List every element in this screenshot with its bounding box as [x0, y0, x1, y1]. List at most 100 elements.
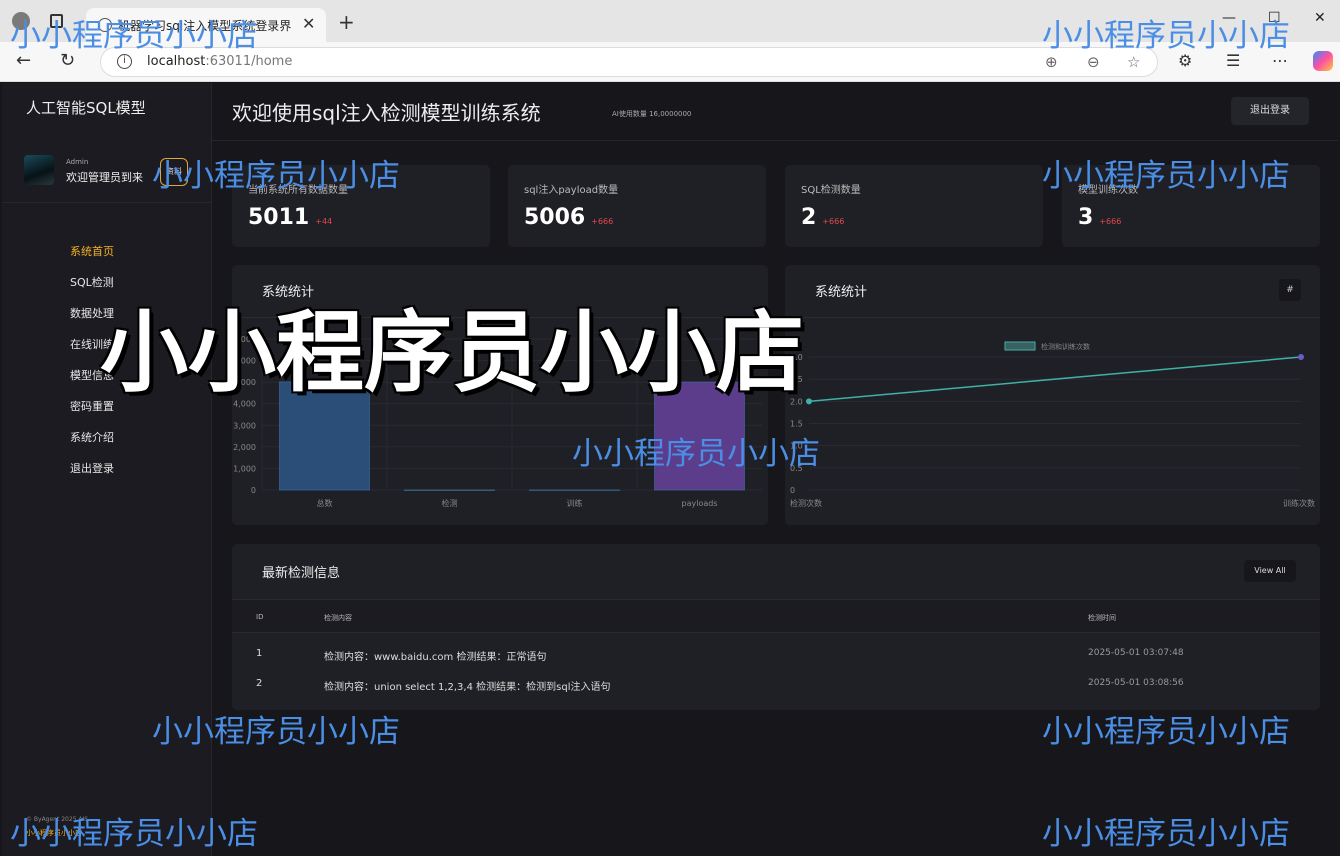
avatar	[24, 155, 54, 185]
sidebar-item-home[interactable]: 系统首页	[70, 243, 114, 274]
minimize-icon[interactable]: —	[1222, 10, 1236, 26]
brand-title: 人工智能SQL模型	[26, 99, 146, 117]
profile-button[interactable]: 资料	[160, 158, 188, 186]
window-close-icon[interactable]: ✕	[1314, 10, 1326, 26]
address-bar[interactable]: i localhost:63011/home ⊕ ⊖ ☆	[100, 47, 1158, 77]
stat-card-train: 模型训练次数 3 +666	[1062, 165, 1320, 247]
maximize-icon[interactable]: ☐	[1268, 10, 1281, 26]
favorites-icon[interactable]: ☰	[1226, 51, 1240, 70]
sidebar-item-data-process[interactable]: 数据处理	[70, 305, 114, 336]
stat-value: 5006 +666	[524, 205, 613, 230]
stat-label: 当前系统所有数据数量	[248, 185, 348, 196]
stat-label: SQL检测数量	[801, 185, 861, 196]
stat-delta: +666	[1099, 217, 1122, 226]
favorite-star-icon[interactable]: ☆	[1127, 53, 1140, 71]
th-content: 检测内容	[324, 614, 352, 622]
stat-delta: +666	[822, 217, 845, 226]
y-tick-label: 5,000	[233, 378, 256, 387]
stat-label: 模型训练次数	[1078, 185, 1138, 196]
x-tick-label: payloads	[682, 499, 718, 508]
latest-detections-panel: 最新检测信息 View All ID 检测内容 检测时间 1 检测内容：www.…	[232, 544, 1320, 710]
stat-value: 2 +666	[801, 205, 844, 230]
bar-chart: 0 1,000 2,000 3,000 4,000 5,000 6,000 7,000 总数 检测…	[233, 335, 762, 508]
page-subtitle: AI使用数量 16,0000000	[612, 110, 692, 118]
y-tick-label: 2.5	[790, 375, 803, 384]
sidebar-item-sql-detect[interactable]: SQL检测	[70, 274, 114, 305]
bar	[654, 381, 745, 491]
stat-number: 5011	[248, 205, 310, 230]
x-tick-label: 检测次数	[790, 498, 822, 508]
sidebar-item-model-info[interactable]: 模型信息	[70, 367, 114, 398]
url-host: localhost	[147, 54, 206, 69]
y-tick-label: 4,000	[233, 400, 256, 409]
footer-brand: 小小程序员小小店	[26, 829, 82, 837]
info-icon[interactable]: i	[117, 54, 132, 69]
bar	[404, 489, 495, 491]
view-all-button[interactable]: View All	[1244, 560, 1296, 582]
stat-value: 5011 +44	[248, 205, 332, 230]
tab-strip: 机器学习sql注入模型系统登录界 ✕ + — ☐ ✕	[0, 0, 1340, 42]
read-aloud-icon[interactable]: ⊖	[1087, 53, 1100, 71]
stat-delta: +666	[591, 217, 614, 226]
user-panel: Admin 欢迎管理员到来 资料	[2, 141, 212, 203]
footer-copyright: © ByAgent 2025 AIS	[26, 816, 89, 823]
data-point	[806, 398, 812, 405]
x-tick-label: 训练	[567, 498, 583, 508]
data-point	[1298, 354, 1304, 360]
table-row[interactable]: 2 检测内容：union select 1,2,3,4 检测结果：检测到sql注…	[232, 669, 1320, 699]
user-welcome: 欢迎管理员到来	[66, 171, 143, 184]
y-tick-label: 6,000	[233, 357, 256, 366]
globe-icon	[98, 18, 112, 32]
cell-time: 2025-05-01 03:07:48	[1088, 648, 1184, 658]
y-tick-label: 0.5	[790, 464, 803, 473]
stat-number: 2	[801, 205, 817, 230]
cell-content: 检测内容：www.baidu.com 检测结果：正常语句	[324, 652, 547, 663]
sidebar-item-password-reset[interactable]: 密码重置	[70, 398, 114, 429]
tab-actions-icon[interactable]	[50, 14, 63, 28]
stat-value: 3 +666	[1078, 205, 1121, 230]
bar-chart-panel: 系统统计 0 1,000 2,000 3,000 4,000 5,000 6,000 7,00…	[232, 265, 768, 525]
x-tick-label: 训练次数	[1283, 498, 1315, 508]
line-chart: 0 0.5 1.0 1.5 2.0 2.5 3.0 检测和训练次数检测次数 训练次数	[790, 341, 1315, 508]
table-header: ID 检测内容 检测时间	[232, 599, 1320, 633]
extensions-icon[interactable]: ⚙	[1178, 51, 1192, 70]
page-header: 欢迎使用sql注入检测模型训练系统 AI使用数量 16,0000000 退出登录	[212, 83, 1338, 141]
cell-id: 1	[256, 648, 263, 659]
zoom-icon[interactable]: ⊕	[1045, 53, 1058, 71]
legend-swatch	[1004, 341, 1036, 351]
y-tick-label: 3,000	[233, 421, 256, 430]
y-tick-label: 1.0	[790, 442, 803, 451]
sidebar: 人工智能SQL模型 Admin 欢迎管理员到来 资料 系统首页 SQL检测 数据…	[2, 83, 212, 856]
sidebar-item-online-train[interactable]: 在线训练	[70, 336, 114, 367]
new-tab-button[interactable]: +	[338, 10, 355, 34]
browser-tab[interactable]: 机器学习sql注入模型系统登录界 ✕	[86, 8, 326, 42]
table-row[interactable]: 1 检测内容：www.baidu.com 检测结果：正常语句 2025-05-0…	[232, 639, 1320, 669]
profile-icon[interactable]	[12, 12, 30, 30]
stat-card-total: 当前系统所有数据数量 5011 +44	[232, 165, 490, 247]
y-tick-label: 1.5	[790, 420, 803, 429]
close-icon[interactable]: ✕	[302, 14, 315, 33]
cell-id: 2	[256, 678, 263, 689]
refresh-icon[interactable]: ↻	[60, 50, 75, 71]
sidebar-item-logout[interactable]: 退出登录	[70, 460, 114, 491]
back-icon[interactable]: ←	[16, 50, 31, 71]
x-tick-label: 总数	[317, 498, 333, 508]
y-tick-label: 7,000	[233, 335, 256, 344]
sidebar-item-about[interactable]: 系统介绍	[70, 429, 114, 460]
bar	[529, 489, 620, 491]
logout-button[interactable]: 退出登录	[1231, 97, 1309, 125]
table-title: 最新检测信息	[262, 566, 341, 581]
legend-label: 检测和训练次数	[1041, 342, 1090, 351]
stat-number: 3	[1078, 205, 1094, 230]
more-icon[interactable]: ⋯	[1272, 51, 1288, 70]
url-text: localhost:63011/home	[147, 54, 292, 69]
nav-bar: ← ↻ i localhost:63011/home ⊕ ⊖ ☆ ⚙ ☰ ⋯	[0, 42, 1340, 82]
th-id: ID	[256, 613, 264, 621]
stat-number: 5006	[524, 205, 586, 230]
url-path: :63011/home	[205, 54, 293, 69]
tab-title: 机器学习sql注入模型系统登录界	[118, 19, 292, 33]
copilot-icon[interactable]	[1313, 51, 1333, 71]
page-title: 欢迎使用sql注入检测模型训练系统	[232, 101, 541, 125]
stat-label: sql注入payload数量	[524, 185, 619, 196]
user-role: Admin	[66, 158, 89, 166]
